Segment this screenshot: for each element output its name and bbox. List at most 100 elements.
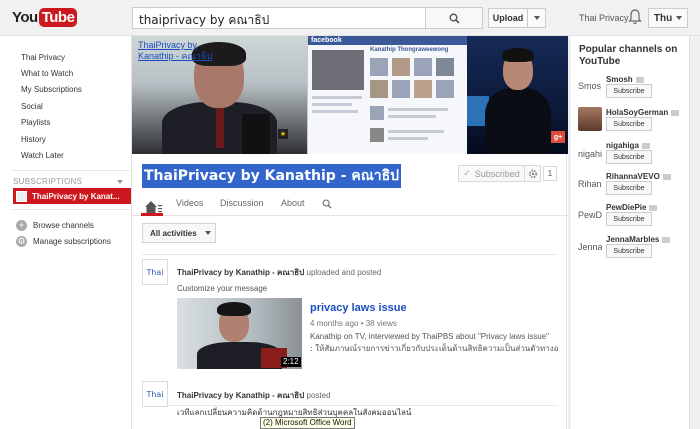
- channel-name-jennamarbles[interactable]: JennaMarbles: [606, 235, 671, 244]
- channel-avatar-smosh[interactable]: Smos: [578, 74, 602, 98]
- customize-message-input[interactable]: Customize your message: [177, 284, 267, 293]
- sidebar-item-what-to-watch[interactable]: What to Watch: [21, 69, 73, 78]
- check-icon: ✓: [463, 168, 471, 178]
- search-input[interactable]: thaiprivacy by คณาธิป: [132, 7, 426, 29]
- channel-banner: ThaiPrivacy by Kanathip - คณาธิป ★ faceb…: [132, 36, 568, 154]
- search-button[interactable]: [425, 7, 483, 29]
- sidebar-item-watch-later[interactable]: Watch Later: [21, 151, 64, 160]
- banner-overlay-link[interactable]: ThaiPrivacy by Kanathip - คณาธิป: [138, 40, 228, 62]
- sidebar-divider: [12, 209, 130, 210]
- youtube-logo[interactable]: You Tube: [12, 6, 78, 28]
- subscribe-button-nigahiga[interactable]: Subscribe: [606, 150, 652, 164]
- subscribe-button-smosh[interactable]: Subscribe: [606, 84, 652, 98]
- banner-photo-right: g+: [467, 36, 568, 154]
- verified-icon: [662, 173, 671, 180]
- post-avatar[interactable]: Thai: [142, 381, 168, 407]
- manage-subscriptions-link[interactable]: ⚙ Manage subscriptions: [16, 236, 111, 247]
- logo-you: You: [12, 8, 38, 26]
- channel-tabs: Videos Discussion About: [132, 192, 568, 216]
- search-icon[interactable]: [322, 199, 332, 209]
- bell-icon[interactable]: [628, 9, 642, 25]
- sidebar-item-playlists[interactable]: Playlists: [21, 118, 50, 127]
- sidebar-item-my-subscriptions[interactable]: My Subscriptions: [21, 85, 82, 94]
- masthead: You Tube thaiprivacy by คณาธิป Upload Th…: [0, 0, 700, 36]
- subscriptions-heading[interactable]: SUBSCRIPTIONS: [13, 177, 82, 186]
- channel-avatar-nigahiga[interactable]: nigahi: [578, 142, 602, 166]
- channel-card: ThaiPrivacy by Kanathip - คณาธิป ★ faceb…: [131, 36, 568, 429]
- activities-filter-label: All activities: [150, 228, 197, 238]
- upload-button[interactable]: Upload: [488, 8, 528, 28]
- post-action: posted: [306, 391, 331, 400]
- post-avatar[interactable]: Thai: [142, 259, 168, 285]
- page-scrollbar[interactable]: [689, 36, 700, 429]
- chevron-down-icon: [676, 16, 683, 20]
- video-duration: 2:12: [281, 357, 301, 367]
- subscribe-button-pewdiepie[interactable]: Subscribe: [606, 212, 652, 226]
- subscribe-button-jennamarbles[interactable]: Subscribe: [606, 244, 652, 258]
- youtube-channel-page: You Tube thaiprivacy by คณาธิป Upload Th…: [0, 0, 700, 429]
- post-header: ThaiPrivacy by Kanathip - คณาธิป uploade…: [177, 266, 381, 279]
- subscription-label: ThaiPrivacy by Kanat...: [32, 191, 120, 201]
- channel-name-text: RihannaVEVO: [606, 172, 660, 181]
- post-header: ThaiPrivacy by Kanathip - คณาธิป posted: [177, 389, 331, 402]
- channel-name-rihannavevo[interactable]: RihannaVEVO: [606, 172, 671, 181]
- account-name[interactable]: Thai Privacy: [579, 13, 629, 23]
- video-thumbnail[interactable]: 2:12: [177, 298, 302, 369]
- channel-name-text: Smosh: [606, 75, 633, 84]
- channel-avatar-pewdiepie[interactable]: PewD: [578, 203, 602, 227]
- channel-avatar-rihannavevo[interactable]: Rihan: [578, 172, 602, 196]
- tab-active-indicator: [141, 213, 163, 216]
- feed-divider: [142, 254, 558, 255]
- verified-icon: [635, 76, 644, 83]
- tab-discussion[interactable]: Discussion: [220, 198, 264, 208]
- app-icon: ★: [278, 129, 288, 139]
- channel-name-text: nigahiga: [606, 141, 639, 150]
- video-description-line2: : ให้สัมภาษณ์รายการข่าวเกี่ยวกับประเด็นด…: [310, 344, 558, 353]
- chevron-down-icon[interactable]: [117, 180, 123, 184]
- verified-icon: [649, 204, 658, 211]
- subscribe-button-holasoygerman[interactable]: Subscribe: [606, 117, 652, 131]
- subscription-thumbnail: [16, 190, 27, 202]
- channel-avatar-jennamarbles[interactable]: Jenna: [578, 235, 602, 259]
- sidebar-item-social[interactable]: Social: [21, 102, 43, 111]
- video-meta: 4 months ago • 38 views: [310, 319, 397, 328]
- browse-channels-link[interactable]: + Browse channels: [16, 220, 94, 231]
- guide-sidebar: Thai Privacy What to Watch My Subscripti…: [0, 37, 131, 429]
- gplus-icon[interactable]: g+: [551, 131, 565, 143]
- activities-filter-dropdown[interactable]: All activities: [142, 223, 216, 243]
- channel-name-pewdiepie[interactable]: PewDiePie: [606, 203, 658, 212]
- popular-channels-panel: Popular channels on YouTube Smos Smosh S…: [568, 36, 700, 429]
- logo-tube: Tube: [38, 7, 78, 27]
- plus-icon: +: [16, 220, 27, 231]
- sidebar-item-history[interactable]: History: [21, 135, 46, 144]
- video-description-line1: Kanathip on TV, interviewed by ThaiPBS a…: [310, 332, 549, 341]
- sidebar-item-thai-privacy[interactable]: Thai Privacy: [21, 53, 65, 62]
- channel-title[interactable]: ThaiPrivacy by Kanathip - คณาธิป: [142, 164, 402, 188]
- channel-name-nigahiga[interactable]: nigahiga: [606, 141, 650, 150]
- verified-icon: [662, 236, 671, 243]
- tab-videos[interactable]: Videos: [176, 198, 203, 208]
- post-author-link[interactable]: ThaiPrivacy by Kanathip - คณาธิป: [177, 268, 304, 277]
- post-author-link[interactable]: ThaiPrivacy by Kanathip - คณาธิป: [177, 391, 304, 400]
- post-action: uploaded and posted: [306, 268, 382, 277]
- upload-dropdown-button[interactable]: [527, 8, 546, 28]
- tab-about[interactable]: About: [281, 198, 305, 208]
- channel-name-text: JennaMarbles: [606, 235, 660, 244]
- popular-channels-card: Popular channels on YouTube Smos Smosh S…: [571, 36, 692, 429]
- subscriber-count: 1: [543, 166, 557, 181]
- channel-main: ThaiPrivacy by Kanathip - คณาธิป ★ faceb…: [131, 36, 568, 429]
- channel-name-holasoygerman[interactable]: HolaSoyGerman: [606, 108, 680, 117]
- banner-facebook-screenshot: facebook Kanathip Thongraweewong: [307, 36, 468, 154]
- browse-channels-label: Browse channels: [33, 221, 94, 230]
- channel-avatar-holasoygerman[interactable]: [578, 107, 602, 131]
- video-title-link[interactable]: privacy laws issue: [310, 302, 407, 314]
- account-button-label: Thu: [653, 12, 673, 24]
- chevron-down-icon: [204, 231, 211, 235]
- channel-name-smosh[interactable]: Smosh: [606, 75, 644, 84]
- subscription-settings-button[interactable]: [524, 165, 541, 182]
- channel-name-text: PewDiePie: [606, 203, 647, 212]
- subscribed-button[interactable]: ✓ Subscribed: [458, 165, 525, 182]
- sidebar-subscription-active[interactable]: ThaiPrivacy by Kanat...: [13, 188, 131, 204]
- account-button[interactable]: Thu: [648, 8, 688, 28]
- subscribe-button-rihannavevo[interactable]: Subscribe: [606, 181, 652, 195]
